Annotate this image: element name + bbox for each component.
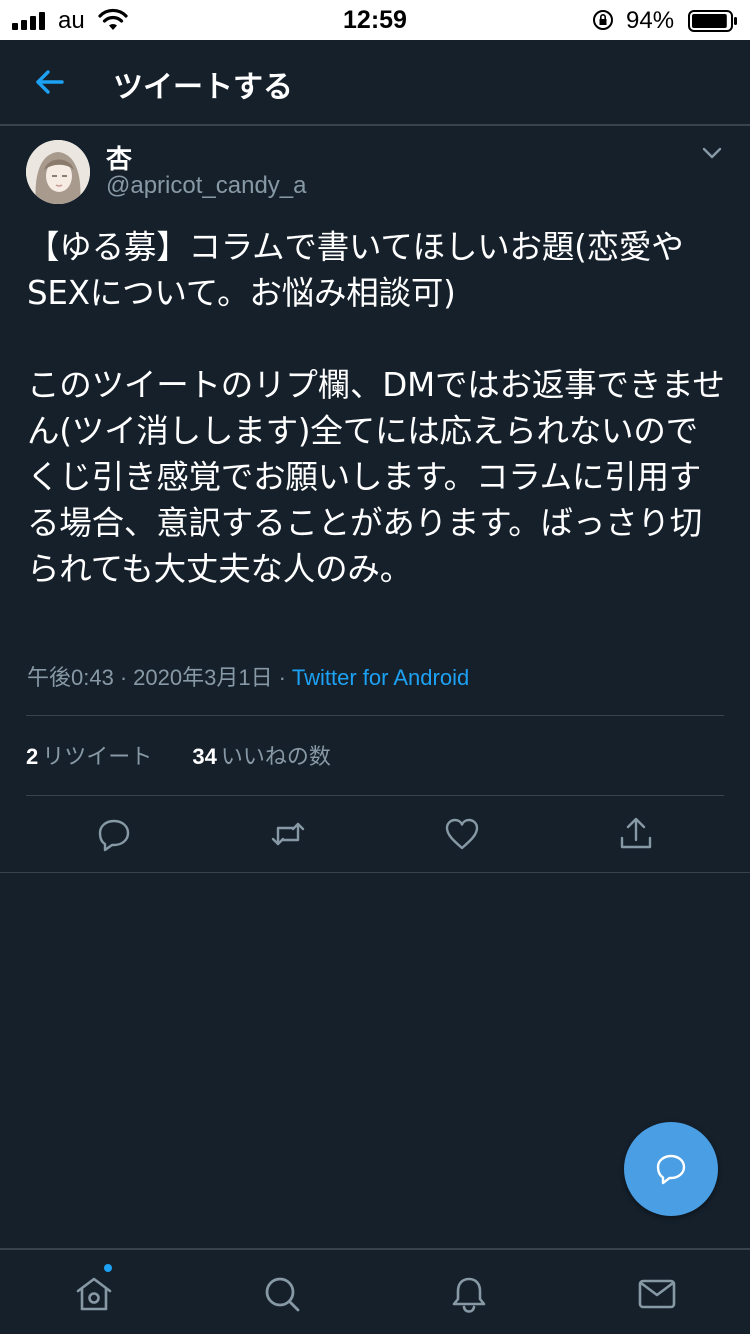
reply-icon[interactable]	[94, 814, 134, 854]
header: ツイートする	[0, 40, 750, 126]
tweet-stats: 2 リツイート 34 いいねの数	[26, 739, 365, 771]
retweet-icon[interactable]	[268, 814, 308, 854]
divider	[26, 795, 724, 796]
chevron-down-icon[interactable]	[700, 145, 724, 161]
author-handle[interactable]: @apricot_candy_a	[106, 172, 306, 200]
tweet-actions	[0, 810, 750, 860]
home-icon[interactable]	[74, 1274, 114, 1314]
notifications-icon[interactable]	[449, 1274, 489, 1314]
tweet-meta: 午後0:43 · 2020年3月1日 · Twitter for Android	[27, 660, 469, 692]
avatar-image	[26, 140, 90, 204]
tweet-source-link[interactable]: Twitter for Android	[292, 665, 469, 690]
divider	[0, 872, 750, 873]
tweet-date: 2020年3月1日	[133, 665, 273, 690]
battery-icon	[688, 10, 737, 32]
search-icon[interactable]	[262, 1274, 302, 1314]
likes-label: いいねの数	[220, 745, 331, 770]
avatar[interactable]	[26, 140, 90, 204]
status-bar: au 12:59 94%	[0, 0, 750, 40]
likes-count: 34	[192, 744, 217, 769]
arrow-left-icon[interactable]	[30, 64, 70, 100]
tweet-text: 【ゆる募】コラムで書いてほしいお題(恋愛やSEXについて。お悩み相談可) このツ…	[27, 228, 725, 588]
meta-separator: ·	[119, 665, 128, 690]
likes-stat[interactable]: 34 いいねの数	[192, 739, 331, 771]
orientation-lock-icon	[593, 10, 613, 30]
divider	[26, 715, 724, 716]
author-name[interactable]: 杏	[106, 139, 132, 176]
reply-fab-button[interactable]	[624, 1122, 718, 1216]
battery-percent: 94%	[626, 7, 675, 34]
notification-dot	[104, 1264, 112, 1272]
tweet-time: 午後0:43	[27, 665, 114, 690]
meta-separator: ·	[278, 665, 286, 690]
messages-icon[interactable]	[637, 1274, 677, 1314]
like-icon[interactable]	[442, 814, 482, 854]
retweets-label: リツイート	[42, 745, 153, 770]
share-icon[interactable]	[616, 814, 656, 854]
retweets-stat[interactable]: 2 リツイート	[26, 739, 152, 771]
page-title: ツイートする	[113, 70, 293, 105]
reply-icon	[656, 1154, 686, 1185]
retweets-count: 2	[26, 744, 39, 769]
bottom-nav	[0, 1248, 750, 1334]
